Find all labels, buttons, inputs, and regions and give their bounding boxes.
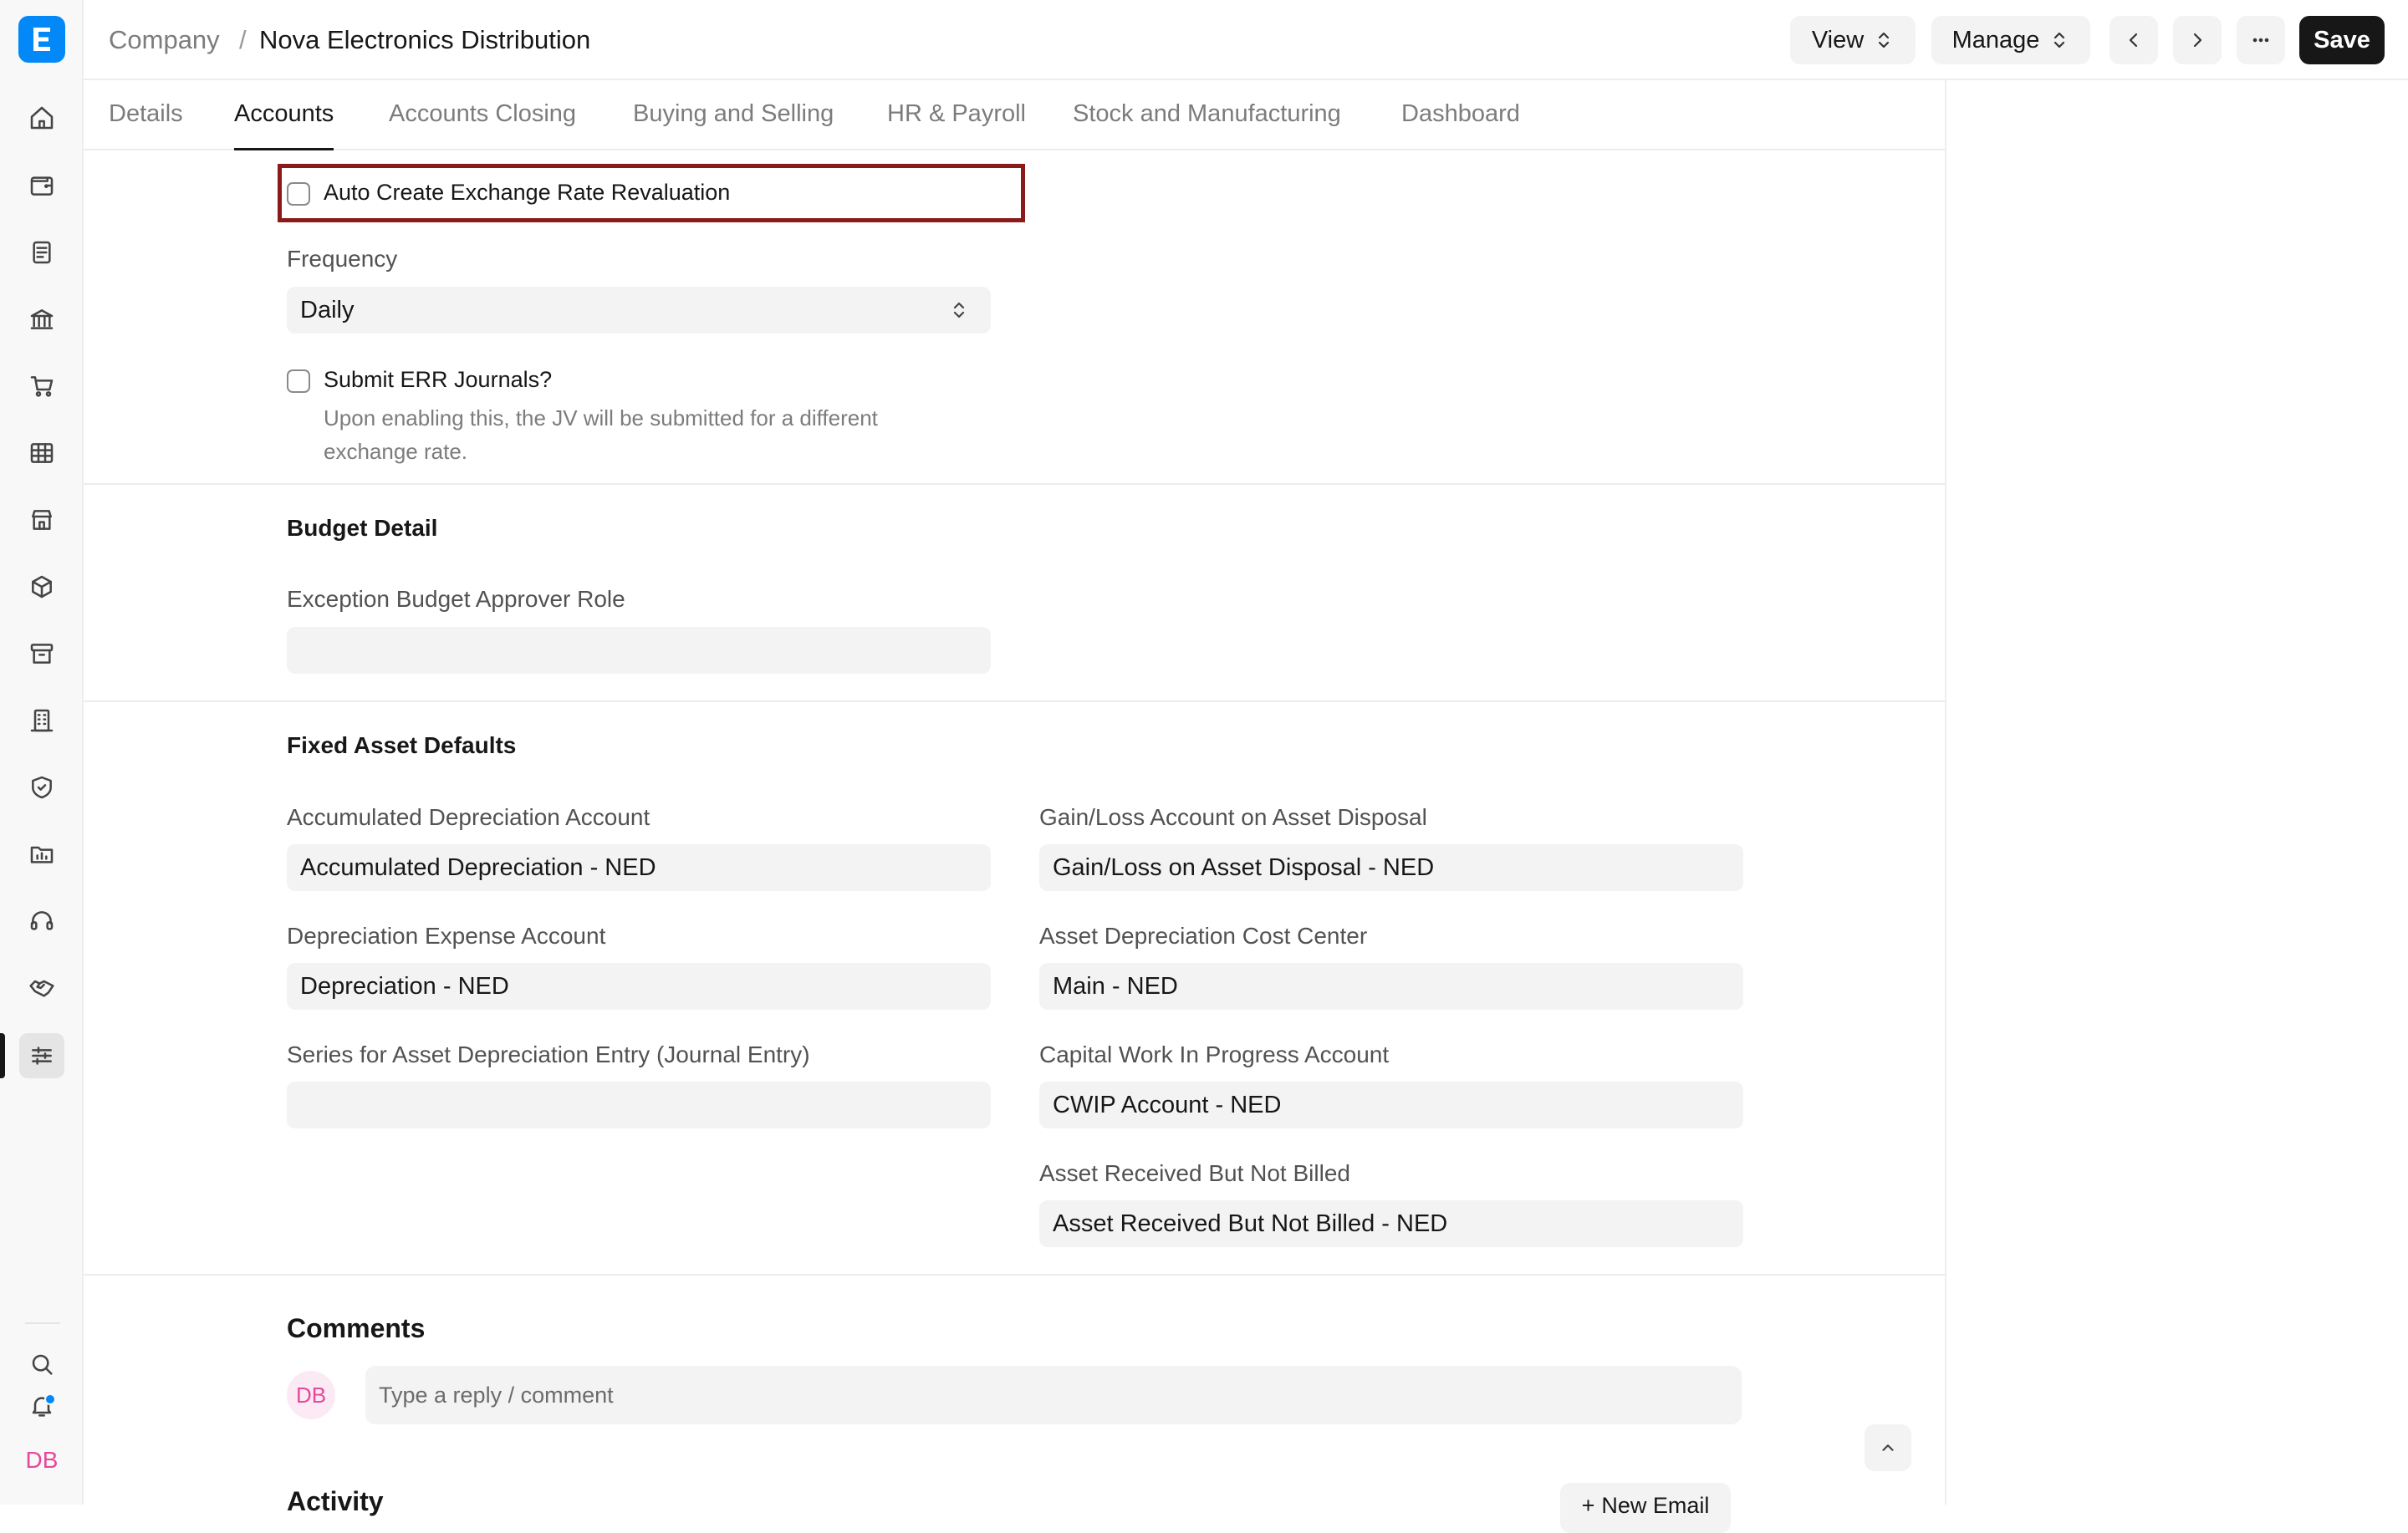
comment-avatar: DB xyxy=(287,1371,335,1419)
submit-err-description: Upon enabling this, the JV will be submi… xyxy=(324,405,878,464)
cwip-account-input[interactable]: CWIP Account - NED xyxy=(1039,1082,1743,1128)
auto-create-err-checkbox[interactable] xyxy=(287,182,310,206)
bell-icon[interactable] xyxy=(19,1383,64,1429)
next-button[interactable] xyxy=(2173,16,2222,64)
depreciation-expense-label: Depreciation Expense Account xyxy=(287,923,606,949)
frequency-value: Daily xyxy=(300,296,355,323)
accumulated-depreciation-label: Accumulated Depreciation Account xyxy=(287,804,650,830)
new-email-label: New Email xyxy=(1601,1493,1710,1518)
new-email-button[interactable]: + New Email xyxy=(1560,1483,1731,1533)
frequency-select[interactable]: Daily xyxy=(287,287,991,334)
gain-loss-account-input[interactable]: Gain/Loss on Asset Disposal - NED xyxy=(1039,844,1743,891)
cart-icon[interactable] xyxy=(19,364,64,409)
bank-icon[interactable] xyxy=(19,297,64,342)
chevron-right-icon xyxy=(2193,33,2202,48)
active-indicator xyxy=(0,1033,5,1078)
manage-button[interactable]: Manage xyxy=(1931,16,2090,64)
chevron-left-icon xyxy=(2129,33,2138,48)
approver-role-input[interactable] xyxy=(287,627,991,674)
section-divider xyxy=(84,483,1946,485)
table-icon[interactable] xyxy=(19,430,64,476)
tab-accounts[interactable]: Accounts xyxy=(234,100,334,150)
search-icon[interactable] xyxy=(19,1342,64,1387)
breadcrumb-separator: / xyxy=(239,25,247,54)
depreciation-cost-center-label: Asset Depreciation Cost Center xyxy=(1039,923,1368,949)
plus-icon: + xyxy=(1581,1493,1595,1518)
comment-input[interactable]: Type a reply / comment xyxy=(365,1366,1742,1424)
asset-received-not-billed-label: Asset Received But Not Billed xyxy=(1039,1160,1350,1186)
package-icon[interactable] xyxy=(19,564,64,609)
file-text-icon[interactable] xyxy=(19,230,64,275)
chevron-up-down-icon xyxy=(1879,32,1890,48)
notification-dot xyxy=(44,1393,56,1405)
previous-button[interactable] xyxy=(2110,16,2158,64)
tab-bar: Details Accounts Accounts Closing Buying… xyxy=(84,80,1946,150)
headset-icon[interactable] xyxy=(19,899,64,944)
chevron-up-icon xyxy=(1882,1444,1894,1451)
activity-title: Activity xyxy=(287,1486,384,1516)
cwip-account-label: Capital Work In Progress Account xyxy=(1039,1042,1390,1067)
asset-received-not-billed-input[interactable]: Asset Received But Not Billed - NED xyxy=(1039,1200,1743,1247)
wallet-icon[interactable] xyxy=(19,163,64,208)
user-avatar[interactable]: DB xyxy=(18,1442,65,1479)
archive-icon[interactable] xyxy=(19,631,64,676)
tab-details[interactable]: Details xyxy=(109,100,183,150)
handshake-icon[interactable] xyxy=(19,965,64,1011)
page-title: Nova Electronics Distribution xyxy=(259,25,591,54)
tab-buying-and-selling[interactable]: Buying and Selling xyxy=(633,100,834,150)
section-divider xyxy=(84,700,1946,702)
building-icon[interactable] xyxy=(19,698,64,743)
logo-e-icon xyxy=(33,28,50,51)
manage-button-label: Manage xyxy=(1951,26,2040,53)
more-horizontal-icon xyxy=(2252,38,2269,43)
view-button[interactable]: View xyxy=(1790,16,1916,64)
tab-hr-payroll[interactable]: HR & Payroll xyxy=(887,100,1026,150)
tab-accounts-closing[interactable]: Accounts Closing xyxy=(389,100,576,150)
frequency-label: Frequency xyxy=(287,246,398,272)
submit-err-checkbox[interactable] xyxy=(287,369,310,393)
fixed-asset-section-title: Fixed Asset Defaults xyxy=(287,732,517,758)
tab-stock-and-manufacturing[interactable]: Stock and Manufacturing xyxy=(1073,100,1341,150)
depreciation-series-label: Series for Asset Depreciation Entry (Jou… xyxy=(287,1042,810,1067)
folder-chart-icon[interactable] xyxy=(19,832,64,877)
view-button-label: View xyxy=(1811,26,1865,53)
scroll-to-top-button[interactable] xyxy=(1865,1424,1911,1471)
shield-icon[interactable] xyxy=(19,765,64,810)
more-options-button[interactable] xyxy=(2237,16,2285,64)
sidebar: DB xyxy=(0,0,84,1505)
home-icon[interactable] xyxy=(19,95,64,140)
depreciation-expense-input[interactable]: Depreciation - NED xyxy=(287,963,991,1010)
budget-section-title: Budget Detail xyxy=(287,515,438,541)
sidebar-divider xyxy=(25,1322,60,1324)
settings-sliders-icon[interactable] xyxy=(19,1033,64,1078)
content-right-border xyxy=(1945,80,1946,1505)
topbar: Company / Nova Electronics Distribution … xyxy=(84,0,2408,80)
submit-err-label: Submit ERR Journals? xyxy=(324,367,553,392)
depreciation-series-input[interactable] xyxy=(287,1082,991,1128)
gain-loss-account-label: Gain/Loss Account on Asset Disposal xyxy=(1039,804,1427,830)
depreciation-cost-center-input[interactable]: Main - NED xyxy=(1039,963,1743,1010)
section-divider xyxy=(84,1274,1946,1276)
tab-dashboard[interactable]: Dashboard xyxy=(1401,100,1520,150)
accumulated-depreciation-input[interactable]: Accumulated Depreciation - NED xyxy=(287,844,991,891)
chevron-up-down-icon xyxy=(953,302,965,318)
store-icon[interactable] xyxy=(19,497,64,542)
comments-title: Comments xyxy=(287,1313,426,1343)
chevron-up-down-icon xyxy=(2054,32,2065,48)
breadcrumb-company[interactable]: Company xyxy=(109,25,220,55)
approver-role-label: Exception Budget Approver Role xyxy=(287,586,625,612)
save-button[interactable]: Save xyxy=(2299,16,2385,64)
auto-create-err-label: Auto Create Exchange Rate Revaluation xyxy=(324,180,731,205)
app-logo[interactable] xyxy=(18,16,65,63)
